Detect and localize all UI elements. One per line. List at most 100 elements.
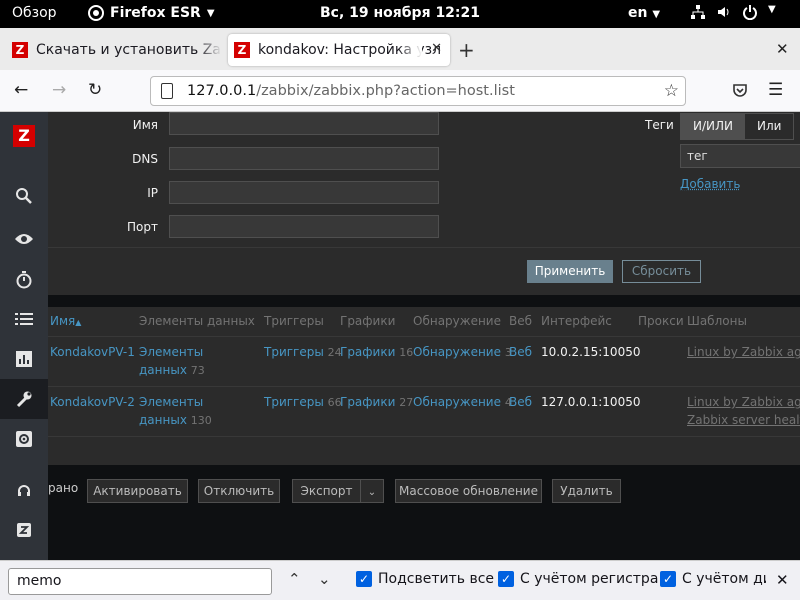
find-next-button[interactable]: ⌄: [318, 570, 331, 588]
tag-input[interactable]: тег: [680, 144, 800, 168]
find-close-button[interactable]: ✕: [776, 571, 789, 589]
monitoring-eye-icon[interactable]: [0, 219, 48, 259]
system-menu[interactable]: ▼: [690, 4, 776, 20]
graphs-link[interactable]: Графики 27: [340, 393, 413, 412]
items-link[interactable]: Элементы данных 73: [139, 343, 205, 380]
checkmark-icon: ✓: [356, 571, 372, 587]
services-timer-icon[interactable]: [0, 260, 48, 300]
template-link[interactable]: Linux by Zabbix agen: [687, 393, 800, 411]
items-link[interactable]: Элементы данных 130: [139, 393, 212, 430]
items-count: 130: [190, 414, 212, 427]
match-diacritics-label: С учётом ди: [682, 571, 766, 587]
administration-gear-icon[interactable]: [0, 419, 48, 459]
tags-or-option[interactable]: Или: [745, 114, 794, 139]
highlight-all-checkbox[interactable]: ✓ Подсветить все: [356, 571, 494, 587]
name-input[interactable]: [169, 112, 439, 135]
interface-value: 10.0.2.15:10050: [541, 345, 641, 359]
disable-button[interactable]: Отключить: [198, 479, 280, 503]
caret-down-icon: ▼: [768, 4, 776, 15]
tags-evaltype-toggle: И/ИЛИ Или: [680, 113, 795, 140]
column-triggers: Триггеры: [264, 314, 324, 328]
graphs-link[interactable]: Графики 16: [340, 343, 413, 362]
items-count: 73: [190, 364, 205, 377]
inventory-list-icon[interactable]: [0, 299, 48, 339]
column-name-label: Имя: [50, 314, 76, 328]
discovery-link[interactable]: Обнаружение 4: [413, 393, 512, 412]
hamburger-menu-icon[interactable]: ☰: [768, 80, 783, 100]
add-tag-link[interactable]: Добавить: [680, 177, 740, 191]
chevron-down-icon: ⌄: [367, 487, 377, 498]
tab-download-zabbix[interactable]: Z Скачать и установить Za: [6, 34, 222, 66]
caret-down-icon: ▼: [206, 7, 215, 19]
graphs-link-text: Графики: [340, 395, 396, 409]
column-web: Веб: [509, 314, 533, 328]
reload-button[interactable]: ↻: [88, 80, 102, 100]
find-bar: memo ⌃ ⌄ ✓ Подсветить все ✓ С учётом рег…: [0, 560, 800, 600]
items-link-text: данных: [139, 363, 187, 377]
zabbix-favicon-icon: Z: [12, 42, 28, 58]
tab-fade: [398, 34, 422, 66]
tab-close-icon[interactable]: ✕: [431, 41, 442, 56]
configuration-wrench-icon[interactable]: [0, 379, 48, 419]
tags-and-or-option[interactable]: И/ИЛИ: [681, 114, 745, 139]
triggers-link-text: Триггеры: [264, 395, 324, 409]
highlight-all-label: Подсветить все: [378, 571, 495, 587]
keyboard-layout-indicator[interactable]: en ▼: [628, 5, 660, 21]
dns-label: DNS: [132, 152, 158, 166]
mass-update-button[interactable]: Массовое обновление: [395, 479, 542, 503]
apply-button[interactable]: Применить: [527, 260, 613, 283]
url-bar[interactable]: 127.0.0.1/zabbix/zabbix.php?action=host.…: [150, 76, 686, 106]
tags-label: Теги: [645, 118, 674, 132]
forward-button[interactable]: →: [52, 80, 66, 100]
discovery-link-text: Обнаружение: [413, 395, 501, 409]
reports-chart-icon[interactable]: [0, 339, 48, 379]
window-close-button[interactable]: ✕: [776, 40, 789, 58]
app-menu[interactable]: Firefox ESR ▼: [88, 5, 215, 21]
bookmark-star-icon[interactable]: ☆: [664, 81, 679, 101]
template-link[interactable]: Zabbix server health: [687, 411, 800, 429]
activities-button[interactable]: Обзор: [12, 5, 57, 21]
export-dropdown-button[interactable]: ⌄: [360, 479, 384, 503]
page-info-icon[interactable]: [161, 83, 173, 99]
find-previous-button[interactable]: ⌃: [288, 570, 301, 588]
zabbix-logo[interactable]: Z: [13, 125, 35, 147]
new-tab-button[interactable]: +: [458, 38, 475, 62]
host-name-link[interactable]: KondakovPV-1: [50, 343, 135, 361]
match-case-checkbox[interactable]: ✓ С учётом регистра: [498, 571, 658, 587]
main-content: Имя DNS IP Порт Теги И/ИЛИ Или тег Добав…: [48, 112, 800, 560]
support-headset-icon[interactable]: [0, 471, 48, 511]
back-button[interactable]: ←: [14, 80, 28, 100]
column-graphs: Графики: [340, 314, 396, 328]
port-input[interactable]: [169, 215, 439, 238]
discovery-link-text: Обнаружение: [413, 345, 501, 359]
ip-input[interactable]: [169, 181, 439, 204]
column-proxy: Прокси: [638, 314, 684, 328]
triggers-link[interactable]: Триггеры 24: [264, 343, 342, 362]
delete-button[interactable]: Удалить: [552, 479, 621, 503]
match-diacritics-checkbox[interactable]: ✓ С учётом ди: [660, 571, 766, 587]
selected-count-text: рано: [48, 481, 79, 495]
template-link[interactable]: Linux by Zabbix agen: [687, 343, 800, 361]
discovery-link[interactable]: Обнаружение 3: [413, 343, 512, 362]
export-button[interactable]: Экспорт: [292, 479, 361, 503]
search-icon[interactable]: [0, 176, 48, 216]
triggers-link[interactable]: Триггеры 66: [264, 393, 342, 412]
firefox-icon: [88, 5, 104, 21]
pocket-icon[interactable]: [732, 82, 748, 103]
lang-label: en: [628, 5, 648, 21]
row-divider: [48, 386, 800, 387]
zabbix-share-icon[interactable]: [0, 510, 48, 550]
enable-button[interactable]: Активировать: [87, 479, 188, 503]
find-input[interactable]: memo: [8, 568, 272, 595]
host-name-link[interactable]: KondakovPV-2: [50, 393, 135, 411]
items-link-text: Элементы: [139, 395, 204, 409]
column-interface: Интерфейс: [541, 314, 612, 328]
column-name[interactable]: Имя▲: [50, 314, 81, 328]
tab-host-config[interactable]: Z kondakov: Настройка узл ✕: [228, 34, 450, 66]
web-link[interactable]: Веб: [509, 393, 532, 411]
dns-input[interactable]: [169, 147, 439, 170]
reset-button[interactable]: Сбросить: [622, 260, 701, 283]
caret-down-icon: ▼: [652, 9, 661, 20]
web-link[interactable]: Веб: [509, 343, 532, 361]
filter-divider: [48, 247, 800, 248]
